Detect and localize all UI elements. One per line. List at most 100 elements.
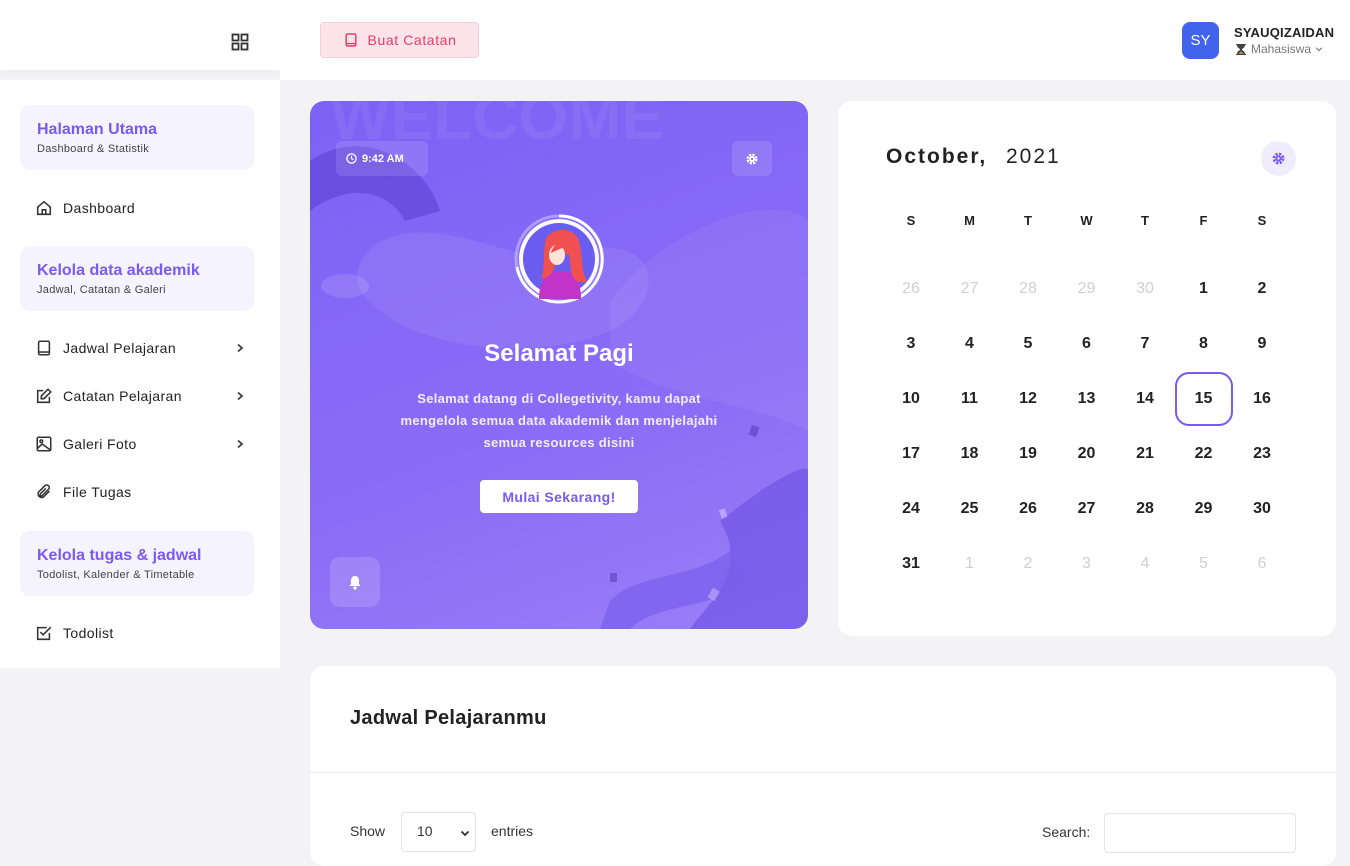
divider [310,772,1336,773]
section-subtitle: Jadwal, Catatan & Galeri [37,284,166,296]
calendar-day[interactable]: 27 [942,269,998,309]
sidebar-item-label: Todolist [63,625,114,641]
calendar-day[interactable]: 29 [1059,269,1115,309]
calendar-day[interactable]: 3 [1059,544,1115,584]
weekday-label: M [964,213,975,228]
calendar-day[interactable]: 6 [1059,324,1115,364]
calendar-day[interactable]: 2 [1000,544,1056,584]
calendar-day[interactable]: 26 [883,269,939,309]
weekday-label: T [1024,213,1032,228]
sidebar-section-tugas-jadwal: Kelola tugas & jadwal Todolist, Kalender… [20,531,254,596]
user-role-dropdown[interactable]: Mahasiswa [1235,42,1323,56]
sidebar-item-label: Catatan Pelajaran [63,388,182,404]
notification-button[interactable] [330,557,380,607]
calendar-day[interactable]: 13 [1059,379,1115,419]
create-note-button[interactable]: Buat Catatan [320,22,479,58]
calendar-day[interactable]: 12 [1000,379,1056,419]
sidebar-item-label: Jadwal Pelajaran [63,340,177,356]
calendar-day[interactable]: 5 [1000,324,1056,364]
calendar-day[interactable]: 1 [942,544,998,584]
sidebar-item-catatan-pelajaran[interactable]: Catatan Pelajaran [35,384,245,408]
calendar-day[interactable]: 11 [942,379,998,419]
search-label: Search: [1042,824,1091,840]
calendar-day[interactable]: 30 [1234,489,1290,529]
weekday-label: S [906,213,916,228]
calendar-day[interactable]: 14 [1117,379,1173,419]
sidebar-header [0,0,280,70]
calendar-day[interactable]: 7 [1117,324,1173,364]
calendar-day[interactable]: 30 [1117,269,1173,309]
chevron-right-icon [237,439,244,449]
calendar-day[interactable]: 25 [942,489,998,529]
profile-illustration [514,214,604,304]
calendar-day[interactable]: 28 [1117,489,1173,529]
gear-icon [1272,152,1285,165]
calendar-day[interactable]: 8 [1176,324,1232,364]
calendar-day[interactable]: 28 [1000,269,1056,309]
chevron-right-icon [237,343,244,353]
calendar-day[interactable]: 3 [883,324,939,364]
create-note-label: Buat Catatan [367,32,457,48]
sidebar-item-file-tugas[interactable]: File Tugas [35,480,245,504]
schedule-title: Jadwal Pelajaranmu [350,707,547,729]
book-icon [345,33,357,47]
weekday-label: S [1257,213,1267,228]
calendar-day[interactable]: 4 [942,324,998,364]
clock-icon [346,153,357,164]
calendar-day[interactable]: 19 [1000,434,1056,474]
calendar-day[interactable]: 24 [883,489,939,529]
calendar-day[interactable]: 5 [1176,544,1232,584]
sidebar-section-akademik: Kelola data akademik Jadwal, Catatan & G… [20,246,254,311]
calendar-day[interactable]: 4 [1117,544,1173,584]
sidebar-item-todolist[interactable]: Todolist [35,621,245,645]
calendar-day[interactable]: 26 [1000,489,1056,529]
calendar-day-selected[interactable]: 15 [1174,372,1233,426]
calendar-day[interactable]: 31 [883,544,939,584]
search-input[interactable] [1104,813,1296,853]
get-started-button[interactable]: Mulai Sekarang! [480,480,638,513]
section-title: Halaman Utama [37,121,158,138]
time-display: 9:42 AM [336,141,428,176]
calendar-day[interactable]: 1 [1176,269,1232,309]
weekday-label: T [1141,213,1149,228]
weekday-label: F [1199,213,1208,228]
section-subtitle: Dashboard & Statistik [37,143,150,155]
calendar-day[interactable]: 2 [1234,269,1290,309]
calendar-day[interactable]: 22 [1176,434,1232,474]
calendar-day[interactable]: 6 [1234,544,1290,584]
sidebar-section-halaman-utama: Halaman Utama Dashboard & Statistik [20,105,254,170]
chevron-down-icon [1315,47,1323,52]
avatar[interactable]: SY [1182,22,1219,59]
section-title: Kelola data akademik [37,262,200,279]
greeting-title: Selamat Pagi [484,340,634,367]
calendar-day[interactable]: 10 [883,379,939,419]
chevron-right-icon [237,391,244,401]
chevron-down-icon [460,830,470,837]
calendar-day[interactable]: 17 [883,434,939,474]
home-icon [36,200,52,216]
user-name: SYAUQIZAIDAN [1234,25,1335,40]
entries-select[interactable]: 10 [401,812,476,852]
calendar-day[interactable]: 9 [1234,324,1290,364]
bell-icon [349,575,361,590]
calendar-year: 2021 [1006,145,1061,168]
calendar-day[interactable]: 18 [942,434,998,474]
sidebar-item-jadwal-pelajaran[interactable]: Jadwal Pelajaran [35,336,245,360]
calendar-day[interactable]: 29 [1176,489,1232,529]
hourglass-icon [1236,43,1246,55]
paperclip-icon [37,484,50,499]
weekday-label: W [1080,213,1093,228]
calendar-day[interactable]: 16 [1234,379,1290,419]
calendar-day[interactable]: 21 [1117,434,1173,474]
grid-menu-icon[interactable] [231,33,249,51]
gear-icon [746,153,758,164]
sidebar-item-dashboard[interactable]: Dashboard [35,196,245,220]
calendar-settings-button[interactable] [1261,141,1296,176]
calendar-day[interactable]: 27 [1059,489,1115,529]
calendar-day[interactable]: 23 [1234,434,1290,474]
section-subtitle: Todolist, Kalender & Timetable [37,569,195,581]
sidebar-item-galeri-foto[interactable]: Galeri Foto [35,432,245,456]
entries-value: 10 [417,823,433,839]
welcome-settings-button[interactable] [732,141,772,176]
calendar-day[interactable]: 20 [1059,434,1115,474]
